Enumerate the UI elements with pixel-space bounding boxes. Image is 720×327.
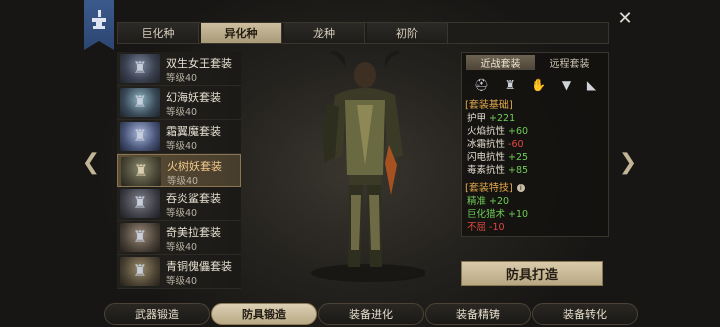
list-item[interactable]: ♜ 吞炎鲨套装 等级40	[117, 187, 241, 221]
set-name: 奇美拉套装	[166, 226, 221, 239]
set-level: 等级40	[166, 73, 198, 84]
set-name: 幻海妖套装	[166, 91, 221, 104]
armor-icon: ♜	[132, 227, 148, 246]
close-icon: ✕	[617, 8, 633, 29]
set-name: 霜翼魔套装	[166, 125, 221, 138]
armor-icon: ♜	[132, 92, 148, 111]
close-button[interactable]: ✕	[614, 8, 636, 30]
armor-icon: ♜	[132, 58, 148, 77]
set-type-tabs: 近战套装 远程套装	[466, 55, 604, 70]
character-figure	[311, 51, 427, 282]
stat-row: 火焰抗性 +60	[467, 126, 529, 137]
set-base-title: [套装基础]	[465, 100, 513, 111]
special-row: 精准 +20	[467, 196, 510, 207]
list-item[interactable]: ♜ 霜翼魔套装 等级40	[117, 120, 241, 154]
bottom-nav: 武器锻造 防具锻造 装备进化 装备精铸 装备转化	[0, 301, 720, 327]
tab-equipment-refine[interactable]: 装备精铸	[425, 303, 531, 325]
list-item[interactable]: ♜ 幻海妖套装 等级40	[117, 86, 241, 120]
anvil-banner	[84, 0, 114, 50]
armor-icon: ♜	[133, 161, 149, 180]
forge-armor-button[interactable]: 防具打造	[461, 261, 603, 286]
tab-melee-set[interactable]: 近战套装	[466, 55, 535, 70]
tab-mutant[interactable]: 异化种	[201, 23, 282, 43]
next-arrow-button[interactable]: ❯	[618, 149, 638, 175]
set-thumbnail: ♜	[120, 257, 160, 286]
tab-equipment-evolve[interactable]: 装备进化	[318, 303, 424, 325]
set-level: 等级40	[166, 208, 198, 219]
list-item[interactable]: ♜ 奇美拉套装 等级40	[117, 221, 241, 255]
special-row: 巨化猎术 +10	[467, 209, 529, 220]
set-thumbnail: ♜	[120, 88, 160, 117]
list-item[interactable]: ♜ 火树妖套装 等级40	[117, 154, 241, 187]
set-thumbnail: ♜	[120, 223, 160, 252]
tab-weapon-forge[interactable]: 武器锻造	[104, 303, 210, 325]
category-tabs: 巨化种 异化种 龙种 初阶	[117, 22, 609, 44]
set-stats-panel: 近战套装 远程套装 ⛑ ♜ ✋ ▼ ◣ [套装基础] 护甲 +221 火焰抗性 …	[461, 52, 609, 237]
prev-arrow-button[interactable]: ❮	[81, 149, 101, 175]
list-item[interactable]: ♜ 双生女王套装 等级40	[117, 52, 241, 86]
tab-equipment-convert[interactable]: 装备转化	[532, 303, 638, 325]
pants-icon[interactable]: ▼	[562, 78, 571, 92]
chest-armor-icon[interactable]: ♜	[505, 78, 516, 92]
set-thumbnail: ♜	[121, 157, 161, 186]
anvil-icon	[92, 10, 106, 29]
set-name: 青铜傀儡套装	[166, 260, 232, 273]
set-thumbnail: ♜	[120, 189, 160, 218]
set-level: 等级40	[166, 107, 198, 118]
set-name: 双生女王套装	[166, 57, 232, 70]
chevron-left-icon: ❮	[81, 149, 101, 175]
stat-row: 闪电抗性 +25	[467, 152, 529, 163]
list-item[interactable]: ♜ 青铜傀儡套装 等级40	[117, 255, 241, 289]
tab-beginner[interactable]: 初阶	[367, 23, 448, 43]
gloves-icon[interactable]: ✋	[531, 78, 546, 92]
set-level: 等级40	[166, 141, 198, 152]
info-icon[interactable]: i	[516, 184, 525, 192]
tab-dragon[interactable]: 龙种	[284, 23, 365, 43]
equipment-slots: ⛑ ♜ ✋ ▼ ◣	[466, 78, 604, 92]
armor-set-list: ♜ 双生女王套装 等级40 ♜ 幻海妖套装 等级40 ♜ 霜翼魔套装 等级40 …	[117, 52, 241, 289]
set-level: 等级40	[166, 276, 198, 287]
set-thumbnail: ♜	[120, 54, 160, 83]
chevron-right-icon: ❯	[618, 149, 638, 175]
armor-character-preview[interactable]	[305, 45, 427, 285]
set-level: 等级40	[166, 242, 198, 253]
tab-giant[interactable]: 巨化种	[118, 23, 199, 43]
set-name: 火树妖套装	[167, 160, 222, 173]
set-thumbnail: ♜	[120, 122, 160, 151]
armor-icon: ♜	[132, 193, 148, 212]
helmet-icon[interactable]: ⛑	[474, 78, 489, 92]
tab-armor-forge[interactable]: 防具锻造	[211, 303, 317, 325]
special-row: 不屈 -10	[467, 222, 505, 233]
boots-icon[interactable]: ◣	[587, 78, 596, 92]
stat-row: 毒素抗性 +85	[467, 165, 529, 176]
stat-row: 冰霜抗性 -60	[467, 139, 524, 150]
tab-ranged-set[interactable]: 远程套装	[535, 55, 604, 70]
armor-icon: ♜	[132, 261, 148, 280]
set-level: 等级40	[167, 176, 199, 187]
armor-icon: ♜	[132, 126, 148, 145]
set-special-title: [套装特技] i	[465, 179, 608, 194]
stat-row: 护甲 +221	[467, 113, 516, 124]
set-name: 吞炎鲨套装	[166, 192, 221, 205]
